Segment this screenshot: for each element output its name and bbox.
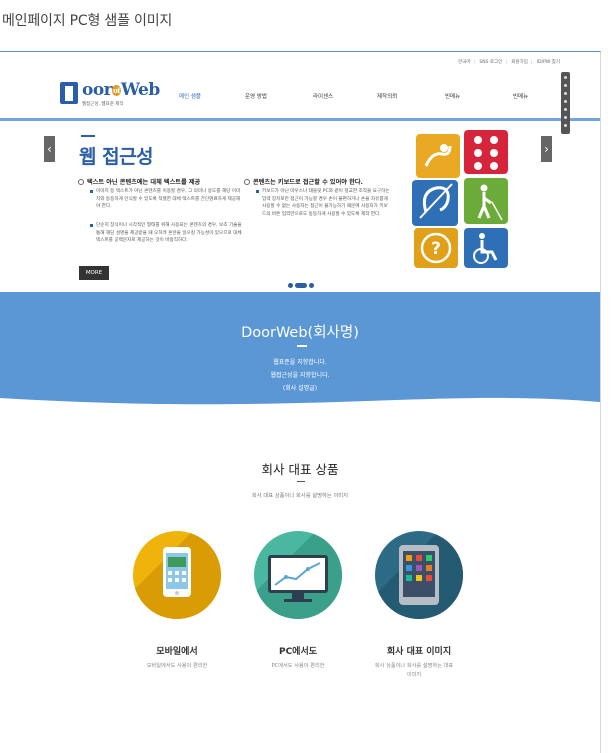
nav-item-license[interactable]: 라이센스 <box>313 92 333 100</box>
product-name-mobile: 모바일에서 <box>156 647 198 657</box>
nav-item-operation[interactable]: 운영 방법 <box>245 92 267 100</box>
product-name-company: 회사 대표 이미지 <box>386 647 452 657</box>
products-subtitle: 회사 대표 상품이나 회사를 설명하는 이미지 <box>251 493 349 499</box>
util-link-sns-login[interactable]: SNS 로그인 <box>479 60 502 65</box>
product-desc-company: 회사 상품이나 회사를 설명하는 대표 이미지 <box>374 663 454 678</box>
banner-line-3: (회사 설명글) <box>282 385 318 392</box>
company-banner-bg <box>0 292 600 405</box>
door-logo-icon <box>60 82 78 104</box>
banner-title: DoorWeb(회사명) <box>241 325 359 341</box>
pager-dot[interactable] <box>288 283 293 288</box>
slide-left-item: 단순히 장식이나 시각적인 형태를 위해 사용되는 콘텐츠의 경우, 보조 기술… <box>90 222 242 245</box>
page-caption: 메인페이지 PC형 샘플 이미지 <box>2 13 173 29</box>
product-desc-mobile: 모바일에서도 사용이 편리한 <box>146 663 208 669</box>
nav-item-empty-1[interactable]: 빈메뉴 <box>445 92 460 100</box>
nav-item-empty-2[interactable]: 빈메뉴 <box>513 92 528 100</box>
logo-tagline: 웹접근성, 웹표준 제작 <box>82 102 124 107</box>
nav-item-request[interactable]: 제작의뢰 <box>377 92 397 100</box>
site-logo[interactable]: oorofWeb 웹접근성, 웹표준 제작 <box>60 80 160 112</box>
product-desc-pc: PC에서도 사용이 편리한 <box>271 663 325 669</box>
wheelchair-icon <box>464 228 508 268</box>
monitor-chart-icon <box>254 531 342 619</box>
banner-line-2: 웹접근성을 지향합니다. <box>270 372 330 379</box>
slide-left-heading: 텍스트 아닌 콘텐츠에는 대체 텍스트를 제공 <box>78 177 200 186</box>
slider-scroll-indicator[interactable] <box>561 72 570 134</box>
slider-prev-button[interactable]: ‹ <box>44 136 55 162</box>
mobile-product-image[interactable] <box>133 531 221 619</box>
util-link-find-account[interactable]: ID/PW 찾기 <box>537 60 560 65</box>
slide-left-item: 이미지 등 텍스트가 아닌 콘텐츠를 이용할 경우, 그 의미나 용도를 해당 … <box>90 188 242 211</box>
util-link-language[interactable]: 한국어 <box>458 60 470 65</box>
pc-product-image[interactable] <box>254 531 342 619</box>
site-header: oorofWeb 웹접근성, 웹표준 제작 메인 샘플 운영 방법 라이센스 제… <box>0 70 600 121</box>
products-divider <box>297 481 305 482</box>
util-link-signup[interactable]: 회원가입 <box>511 60 528 65</box>
banner-line-1: 웹표준을 지향합니다. <box>273 359 327 366</box>
braille-icon <box>464 130 508 174</box>
accessibility-image-collage: ? <box>408 126 553 270</box>
blind-walking-icon <box>464 178 508 224</box>
hearing-icon <box>412 180 458 226</box>
banner-divider <box>297 345 307 347</box>
main-nav: 메인 샘플 운영 방법 라이센스 제작의뢰 빈메뉴 빈메뉴 <box>165 92 565 104</box>
company-image[interactable] <box>375 531 463 619</box>
more-button[interactable]: MORE <box>79 266 109 280</box>
slide-right-heading: 콘텐츠는 키보드로 접근할 수 있어야 한다. <box>244 177 363 186</box>
smartphone-icon <box>133 531 221 619</box>
hand-gesture-icon <box>416 134 460 178</box>
pager-dot[interactable] <box>309 283 314 288</box>
tablet-icon <box>375 531 463 619</box>
logo-wordmark: oorofWeb <box>82 80 160 100</box>
products-title: 회사 대표 상품 <box>261 462 339 477</box>
help-question-icon: ? <box>414 228 458 268</box>
utility-links: 한국어 | SNS 로그인 | 회원가입 | ID/PW 찾기 <box>457 60 560 65</box>
product-name-pc: PC에서도 <box>278 647 318 657</box>
nav-item-main-sample[interactable]: 메인 샘플 <box>179 92 201 100</box>
pager-dot-active[interactable] <box>295 283 307 288</box>
slide-right-item: 키보드가 아닌 마우스나 태블릿 PC와 같이 정교한 조작을 요구하는 입력 … <box>256 188 390 218</box>
svg-text:?: ? <box>431 239 441 259</box>
slider-pagination <box>288 283 318 288</box>
title-accent-rule <box>81 135 95 137</box>
slide-title: 웹 접근성 <box>79 146 154 168</box>
